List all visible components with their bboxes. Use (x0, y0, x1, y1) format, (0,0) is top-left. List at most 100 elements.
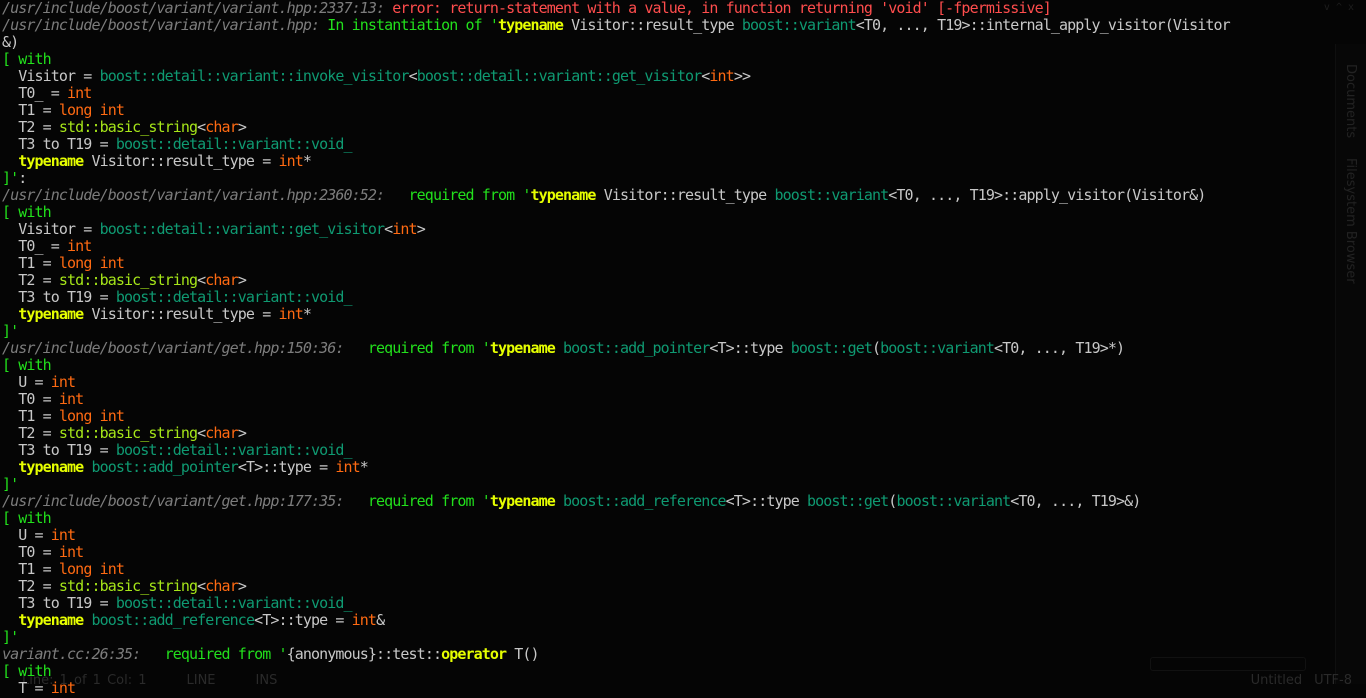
terminal-segment-org: char (205, 118, 238, 136)
terminal-segment-tmpl: boost::detail::variant::void_ (115, 135, 353, 153)
terminal-segment-plain: T1 = (2, 101, 59, 119)
terminal-segment-lime: std::basic_string (58, 271, 198, 289)
terminal-segment-grn: required from ' (343, 339, 491, 357)
terminal-segment-plain: * (359, 458, 369, 476)
terminal-line: U = int (2, 374, 1366, 391)
terminal-segment-org: char (205, 424, 238, 442)
terminal-segment-org: int (67, 237, 92, 255)
terminal-segment-org: long int (58, 101, 125, 119)
terminal-line: T0 = int (2, 544, 1366, 561)
terminal-segment-plain: T() (506, 645, 539, 663)
terminal-segment-plain: T0_ = (2, 237, 68, 255)
terminal-segment-plain (2, 152, 18, 170)
terminal-segment-tmpl: boost::add_pointer (563, 339, 710, 357)
terminal-line: typename Visitor::result_type = int* (2, 306, 1366, 323)
terminal-segment-plain: T0_ = (2, 84, 68, 102)
terminal-segment-grn: [ with (2, 203, 52, 221)
terminal-line: T3 to T19 = boost::detail::variant::void… (2, 136, 1366, 153)
terminal-segment-path: /usr/include/boost/variant/variant.hpp:2… (2, 186, 385, 204)
terminal-segment-kw: typename (497, 16, 564, 34)
terminal-line: T1 = long int (2, 255, 1366, 272)
terminal-line: [ with (2, 357, 1366, 374)
terminal-segment-plain: > (237, 577, 247, 595)
terminal-segment-grn: [ with (2, 509, 52, 527)
terminal-segment-grn: [ with (2, 662, 52, 680)
terminal-line: ]': (2, 170, 1366, 187)
terminal-segment-plain: T1 = (2, 254, 59, 272)
terminal-segment-plain: <T0, ..., T19>::apply_visitor(Visitor&) (888, 186, 1206, 204)
terminal-segment-lime: std::basic_string (58, 424, 198, 442)
terminal-line: T0_ = int (2, 238, 1366, 255)
terminal-line: ]' (2, 323, 1366, 340)
terminal-segment-plain (555, 492, 563, 510)
terminal-segment-org: int (278, 305, 303, 323)
terminal-segment-plain: <T0, ..., T19>&) (1010, 492, 1141, 510)
terminal-segment-plain: T2 = (2, 424, 59, 442)
terminal-segment-tmpl: boost::detail::variant::get_visitor (99, 220, 385, 238)
terminal-segment-grn: ]' (2, 169, 19, 187)
terminal-line: T1 = long int (2, 102, 1366, 119)
terminal-line: T1 = long int (2, 561, 1366, 578)
terminal-line: T3 to T19 = boost::detail::variant::void… (2, 595, 1366, 612)
terminal-segment-org: long int (58, 560, 125, 578)
terminal-segment-plain: T0 = (2, 390, 59, 408)
terminal-segment-kw: typename (530, 186, 597, 204)
terminal-line: [ with (2, 663, 1366, 680)
terminal-segment-plain: T2 = (2, 271, 59, 289)
terminal-segment-plain: < (408, 67, 418, 85)
terminal-segment-plain: {anonymous}::test:: (286, 645, 442, 663)
terminal-segment-plain (2, 458, 18, 476)
terminal-segment-grn: [ with (2, 356, 52, 374)
terminal-segment-path: variant.cc:26:35: (2, 645, 141, 663)
terminal-segment-grn: required from ' (140, 645, 288, 663)
terminal-segment-plain: <T0, ..., T19>::internal_apply_visitor(V… (855, 16, 1231, 34)
terminal-segment-org: long int (58, 407, 125, 425)
terminal-segment-plain: Visitor = (2, 220, 100, 238)
terminal-segment-kw: typename (18, 611, 84, 629)
terminal-segment-plain: > (237, 424, 247, 442)
terminal-line: T2 = std::basic_string<char> (2, 578, 1366, 595)
terminal-segment-plain: Visitor::result_type = (83, 305, 279, 323)
terminal-segment-kw: typename (489, 492, 556, 510)
terminal-segment-plain: > (237, 271, 247, 289)
terminal-output[interactable]: /usr/include/boost/variant/variant.hpp:2… (2, 0, 1366, 697)
terminal-segment-plain (2, 305, 18, 323)
terminal-segment-org: int (58, 543, 84, 561)
terminal-segment-tmpl: boost::detail::variant::void_ (115, 441, 353, 459)
terminal-segment-grn: In instantiation of ' (327, 16, 499, 34)
terminal-segment-tmpl: boost::detail::variant::void_ (115, 288, 353, 306)
terminal-segment-plain: & (376, 611, 385, 629)
terminal-segment-tmpl: boost::variant (741, 16, 857, 34)
terminal-line: T3 to T19 = boost::detail::variant::void… (2, 289, 1366, 306)
terminal-segment-plain: > (416, 220, 426, 238)
terminal-segment-plain: <T>::type (709, 339, 791, 357)
terminal-segment-plain: Visitor::result_type (563, 16, 742, 34)
terminal-segment-path: /usr/include/boost/variant/variant.hpp: (2, 16, 328, 34)
terminal-segment-plain: T = (2, 679, 51, 697)
terminal-segment-plain: U = (2, 373, 51, 391)
terminal-segment-grn: [ with (2, 50, 52, 68)
terminal-line: [ with (2, 51, 1366, 68)
terminal-segment-tmpl: boost::variant (774, 186, 889, 204)
terminal-line: variant.cc:26:35: required from '{anonym… (2, 646, 1366, 663)
terminal-line: [ with (2, 510, 1366, 527)
terminal-segment-path: /usr/include/boost/variant/get.hpp:177:3… (2, 492, 344, 510)
terminal-segment-plain: T0 = (2, 543, 59, 561)
terminal-segment-err: error: return-statement with a value, in… (392, 0, 1051, 17)
terminal-segment-tmpl: boost::detail::variant::invoke_visitor (99, 67, 410, 85)
terminal-segment-tmpl: boost::variant (896, 492, 1011, 510)
terminal-segment-grn: required from ' (343, 492, 491, 510)
terminal-segment-lime: std::basic_string (58, 118, 198, 136)
terminal-segment-tmpl: boost::variant (880, 339, 995, 357)
terminal-segment-org: int (67, 84, 92, 102)
terminal-line: /usr/include/boost/variant/variant.hpp: … (2, 17, 1366, 34)
terminal-segment-plain: U = (2, 526, 51, 544)
terminal-segment-tmpl: boost::get (806, 492, 889, 510)
terminal-line: T1 = long int (2, 408, 1366, 425)
terminal-segment-tmpl: boost::detail::variant::void_ (115, 594, 353, 612)
terminal-segment-plain: ( (872, 339, 881, 357)
terminal-segment-plain: T3 to T19 = (2, 135, 116, 153)
terminal-segment-plain: * (302, 152, 312, 170)
terminal-line: typename Visitor::result_type = int* (2, 153, 1366, 170)
terminal-segment-tmpl: boost::add_reference (563, 492, 727, 510)
